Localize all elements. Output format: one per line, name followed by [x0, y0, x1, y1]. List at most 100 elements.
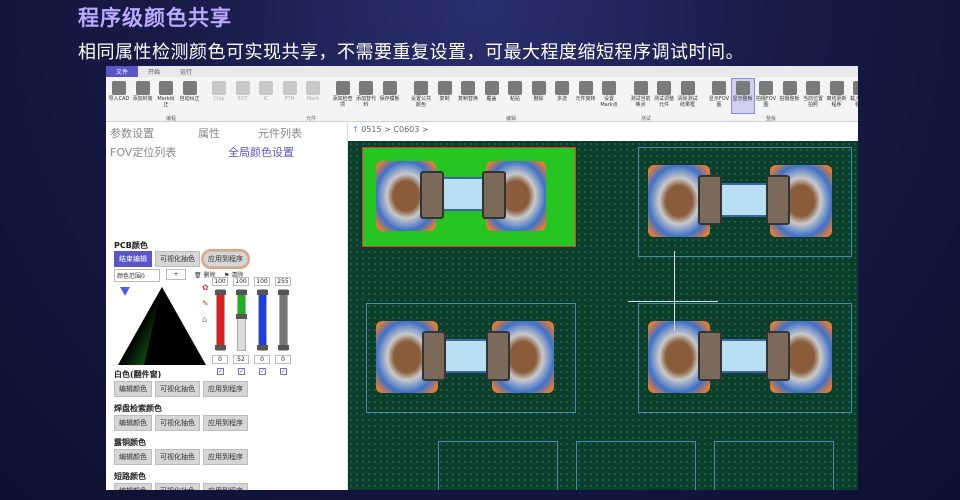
ribbon-button-label: 保存模板: [379, 96, 400, 102]
channel-checkbox[interactable]: ✓: [280, 368, 287, 375]
capacitor-component[interactable]: [376, 161, 546, 231]
apply-to-program-button[interactable]: 应用到程序: [203, 483, 248, 490]
save-template-button[interactable]: 保存模板: [379, 79, 401, 113]
edit-color-button[interactable]: 编辑颜色: [114, 449, 152, 465]
capacitor-component[interactable]: [376, 321, 554, 393]
visualize-button[interactable]: 可视化抽色: [155, 483, 200, 490]
visualize-button[interactable]: 可视化抽色: [155, 251, 200, 267]
add-check-button[interactable]: 添加检查项: [332, 79, 354, 113]
load-compressed-button[interactable]: 载入压缩程序: [849, 79, 858, 113]
edit-color-button[interactable]: 编辑颜色: [114, 415, 152, 431]
color-range-select[interactable]: 颜色范围0: [114, 269, 160, 282]
slider-min-thumb[interactable]: [257, 345, 268, 350]
capacitor-terminal: [482, 171, 506, 219]
clear-results-button[interactable]: 清除测试结果框: [677, 79, 699, 113]
capacitor-component[interactable]: [648, 165, 832, 237]
tab-fov[interactable]: FOV定位列表: [110, 144, 176, 160]
visualize-button[interactable]: 可视化抽色: [155, 415, 200, 431]
tab-global-color[interactable]: 全局颜色设置: [228, 144, 294, 160]
delete-button[interactable]: 删除: [528, 79, 550, 113]
color-triangle[interactable]: [114, 283, 210, 369]
eyedropper-icon[interactable]: ✎: [202, 299, 209, 308]
breadcrumb-component[interactable]: C0603: [393, 125, 419, 134]
pcb-image[interactable]: [348, 141, 858, 490]
capture-fov-button[interactable]: 拍摄FOV图: [755, 79, 777, 113]
pth-button[interactable]: PTH: [279, 79, 301, 113]
slider-max-thumb[interactable]: [236, 290, 247, 295]
up-arrow-icon[interactable]: ↑: [352, 125, 359, 134]
apply-to-program-button[interactable]: 应用到程序: [203, 381, 248, 397]
slider-max-thumb[interactable]: [278, 290, 289, 295]
slider-min-thumb[interactable]: [278, 345, 289, 350]
channel-checkbox[interactable]: ✓: [238, 368, 245, 375]
channel-slider[interactable]: [257, 289, 268, 351]
finish-edit-button[interactable]: 结束编辑: [114, 251, 152, 267]
ribbon-button-label: 载入压缩程序: [849, 96, 858, 108]
channel-slider[interactable]: [236, 289, 247, 351]
capture-current-button[interactable]: 当前位置拍照: [802, 79, 824, 113]
set-common-color-button[interactable]: 设置公共颜色: [410, 79, 432, 113]
apply-to-program-button[interactable]: 应用到程序: [203, 415, 248, 431]
eraser-icon[interactable]: ⌂: [202, 315, 207, 324]
channel-checkbox[interactable]: ✓: [217, 368, 224, 375]
aoi-app-window: 文件 开始 运行 编程 元件 编辑 测试 整板 导入CAD 添加封装 Mark纠正自…: [106, 66, 858, 490]
palette-icon[interactable]: ✿: [202, 283, 209, 292]
auto-correct-button[interactable]: 自动纠正: [179, 79, 201, 113]
edit-color-button[interactable]: 编辑颜色: [114, 381, 152, 397]
channel-checkbox[interactable]: ✓: [259, 368, 266, 375]
apply-to-program-button[interactable]: 应用到程序: [203, 449, 248, 465]
chip-button[interactable]: Chip: [208, 79, 230, 113]
ic-button[interactable]: IC: [255, 79, 277, 113]
visualize-button[interactable]: 可视化抽色: [155, 449, 200, 465]
paste-button[interactable]: 粘贴: [504, 79, 526, 113]
slider-max-thumb[interactable]: [215, 290, 226, 295]
slider-min-input[interactable]: 0: [254, 355, 270, 364]
edit-color-button[interactable]: 编辑颜色: [114, 483, 152, 490]
slider-min-input[interactable]: 0: [212, 355, 228, 364]
mark-correct-button[interactable]: Mark纠正: [155, 79, 177, 113]
offline-update-button[interactable]: 离线更新程序: [826, 79, 848, 113]
slider-min-input[interactable]: 0: [275, 355, 291, 364]
slider-min-thumb[interactable]: [236, 313, 247, 319]
visualize-button[interactable]: 可视化抽色: [155, 381, 200, 397]
add-substitute-button[interactable]: 添加替代料: [355, 79, 377, 113]
import-cad-button[interactable]: 导入CAD: [108, 79, 130, 113]
slider-min-input[interactable]: 52: [233, 355, 249, 364]
rotate-component-button[interactable]: 元件旋转: [575, 79, 597, 113]
mark-button[interactable]: Mark: [302, 79, 324, 113]
slider-max-input[interactable]: 255: [275, 277, 291, 286]
show-board-button[interactable]: 显示整板: [730, 78, 755, 114]
breadcrumb-board[interactable]: 0515: [361, 125, 381, 134]
slider-max-input[interactable]: 100: [233, 277, 249, 286]
copy-button[interactable]: 复制: [434, 79, 456, 113]
ribbon-tab-run[interactable]: 运行: [170, 66, 202, 77]
apply-to-program-button[interactable]: 应用到程序: [201, 249, 250, 269]
set-mark-button[interactable]: 设置Mark点: [598, 79, 620, 113]
capture-board-button[interactable]: 拍摄整板: [779, 79, 801, 113]
slider-max-input[interactable]: 100: [212, 277, 228, 286]
overwrite-button[interactable]: 覆盖: [481, 79, 503, 113]
ribbon-tab-start[interactable]: 开始: [138, 66, 170, 77]
slider-min-thumb[interactable]: [215, 345, 226, 350]
slider-max-thumb[interactable]: [257, 290, 268, 295]
slider-max-input[interactable]: 100: [254, 277, 270, 286]
add-package-button[interactable]: 添加封装: [132, 79, 154, 113]
copy-replace-button[interactable]: 复制替换: [457, 79, 479, 113]
sot-button[interactable]: SOT: [232, 79, 254, 113]
capacitor-terminal: [698, 331, 722, 381]
copy-icon: [437, 81, 452, 95]
tab-params[interactable]: 参数设置: [110, 125, 154, 141]
ribbon-tab-file[interactable]: 文件: [106, 66, 139, 77]
test-adjust-button[interactable]: 测试调整元件: [653, 79, 675, 113]
tab-attributes[interactable]: 属性: [198, 125, 220, 141]
capacitor-component[interactable]: [648, 321, 832, 393]
capacitor-terminal: [422, 331, 446, 381]
test-focus-button[interactable]: 测试当前焦点: [630, 79, 652, 113]
add-range-button[interactable]: +: [166, 269, 186, 280]
show-fov-button[interactable]: 显示FOV图: [708, 79, 730, 113]
tab-components[interactable]: 元件列表: [258, 125, 302, 141]
channel-slider[interactable]: [278, 289, 289, 351]
channel-slider[interactable]: [215, 289, 226, 351]
multi-select-button[interactable]: 多选: [551, 79, 573, 113]
set-mark-icon: [602, 81, 616, 95]
